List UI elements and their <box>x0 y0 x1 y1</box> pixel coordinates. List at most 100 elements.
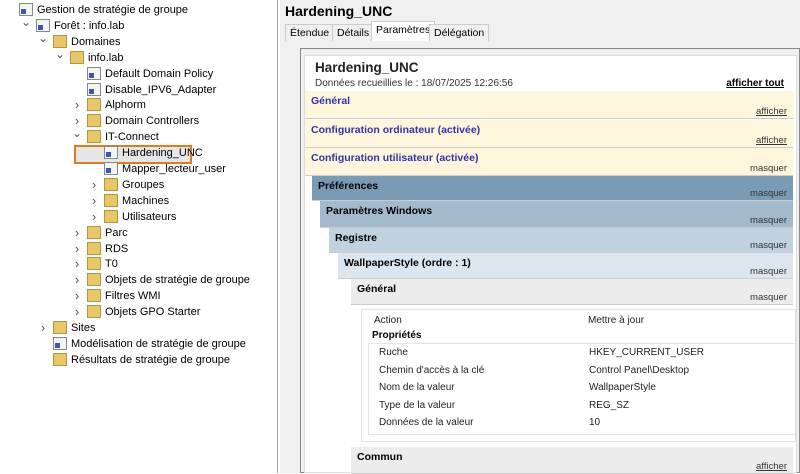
chevron-right-icon[interactable]: › <box>89 193 99 209</box>
folder-icon <box>87 257 101 271</box>
gpo-icon <box>87 82 101 96</box>
tree-item[interactable]: › Groupes <box>0 177 276 193</box>
show-all-link[interactable]: afficher tout <box>726 78 784 89</box>
tree-item[interactable]: Mapper_lecteur_user <box>0 161 276 177</box>
gpo-tree[interactable]: Gestion de stratégie de groupe ⌄ Forêt : i… <box>0 0 278 473</box>
tree-item[interactable]: ⌄ IT-Connect <box>0 126 276 145</box>
tree-item[interactable]: › Alphorm <box>0 97 276 113</box>
section-toggle-link[interactable]: masquer <box>750 215 787 226</box>
section-toggle-link[interactable]: afficher <box>756 461 787 472</box>
folder-icon <box>87 98 101 112</box>
tree-item[interactable]: Gestion de stratégie de groupe <box>0 2 276 18</box>
tree-item[interactable]: Modélisation de stratégie de groupe <box>0 336 276 352</box>
tree-item[interactable]: › Parc <box>0 225 276 241</box>
report-section: Général masquer <box>351 279 793 305</box>
report-section: Configuration ordinateur (activée) affich… <box>305 120 793 148</box>
section-title: Paramètres Windows <box>326 205 433 217</box>
tab-details[interactable]: Détails <box>332 24 375 41</box>
report-section: Paramètres Windows masquer <box>320 201 793 228</box>
tree-item[interactable]: › Machines <box>0 193 276 209</box>
folder-icon <box>104 209 118 223</box>
chevron-right-icon[interactable]: › <box>72 225 82 241</box>
section-toggle-link[interactable]: masquer <box>750 188 787 199</box>
chevron-down-icon[interactable]: ⌄ <box>55 46 65 62</box>
tree-item-label: info.lab <box>88 51 124 64</box>
collected-date: Données recueillies le : 18/07/2025 12:2… <box>315 78 513 89</box>
tree-item[interactable]: › Utilisateurs <box>0 209 276 225</box>
chevron-down-icon[interactable]: ⌄ <box>21 14 31 30</box>
tree-item-label: Machines <box>122 194 170 207</box>
tab-parametres[interactable]: Paramètres <box>371 21 436 41</box>
section-title: Préférences <box>318 180 379 192</box>
tree-item-label: Forêt : info.lab <box>54 19 125 32</box>
tree-item-label: Alphorm <box>105 99 146 112</box>
section-title: Général <box>357 283 397 295</box>
action-value: Mettre à jour <box>588 315 645 326</box>
details-pane: Hardening_UNC Étendue Détails Paramètres… <box>280 0 800 474</box>
section-toggle-link[interactable]: masquer <box>750 163 787 174</box>
report-section: Préférences masquer <box>312 176 793 201</box>
folder-icon <box>53 352 67 366</box>
report-section: Commun afficher <box>351 447 793 474</box>
chevron-right-icon[interactable]: › <box>72 241 82 257</box>
tree-item[interactable]: › RDS <box>0 241 276 257</box>
section-title: Configuration utilisateur (activée) <box>311 152 479 164</box>
chevron-right-icon[interactable]: › <box>72 97 82 113</box>
tree-item[interactable]: › Domain Controllers <box>0 113 276 129</box>
tree-item-label: Disable_IPV6_Adapter <box>105 83 217 96</box>
section-title: Commun <box>357 451 403 463</box>
chevron-right-icon[interactable]: › <box>89 177 99 193</box>
property-name: Chemin d'accès à la clé <box>379 364 485 376</box>
tree-item[interactable]: Résultats de stratégie de groupe <box>0 352 276 368</box>
chevron-right-icon[interactable]: › <box>72 256 82 272</box>
section-title: Général <box>311 95 351 107</box>
folder-icon <box>87 114 101 128</box>
tree-item[interactable]: › Objets GPO Starter <box>0 304 276 320</box>
tree-item[interactable]: Disable_IPV6_Adapter <box>0 82 276 98</box>
section-toggle-link[interactable]: afficher <box>756 106 787 117</box>
chevron-down-icon[interactable]: ⌄ <box>72 125 82 141</box>
tree-item-label: Domaines <box>71 35 121 48</box>
tree-item[interactable]: › Filtres WMI <box>0 288 276 304</box>
properties-heading: Propriétés <box>372 330 422 341</box>
report-section: WallpaperStyle (ordre : 1) masquer <box>338 253 793 279</box>
property-value: 10 <box>589 417 601 428</box>
tree-item-label: Hardening_UNC <box>122 147 203 160</box>
tree-item[interactable]: › Sites <box>0 320 276 336</box>
property-value: REG_SZ <box>589 399 630 411</box>
console-icon <box>53 336 67 350</box>
report-section: Registre masquer <box>329 228 793 253</box>
gpo-icon <box>104 146 118 160</box>
tree-item-label: Domain Controllers <box>105 115 200 128</box>
tree-item[interactable]: Hardening_UNC <box>0 145 276 161</box>
tree-item-label: RDS <box>105 242 129 255</box>
chevron-right-icon[interactable]: › <box>38 320 48 336</box>
tree-item[interactable]: › T0 <box>0 256 276 272</box>
tree-item[interactable]: ⌄ Domaines <box>0 31 276 50</box>
chevron-right-icon[interactable]: › <box>72 304 82 320</box>
tab-delegation[interactable]: Délégation <box>429 24 490 41</box>
property-value: Control Panel\Desktop <box>589 364 690 376</box>
folder-icon <box>87 241 101 255</box>
settings-report: Hardening_UNC Données recueillies le : 1… <box>304 55 797 474</box>
tree-item[interactable]: ⌄ info.lab <box>0 47 276 66</box>
property-name: Type de la valeur <box>379 399 456 411</box>
tree-item-label: Sites <box>71 322 96 334</box>
tree-item-label: IT-Connect <box>105 131 159 144</box>
tree-item-label: Utilisateurs <box>122 210 177 223</box>
report-section: Général afficher <box>305 91 793 119</box>
section-toggle-link[interactable]: masquer <box>750 266 787 277</box>
property-name: Nom de la valeur <box>379 382 455 393</box>
tree-item[interactable]: Default Domain Policy <box>0 66 276 82</box>
section-toggle-link[interactable]: afficher <box>756 135 787 146</box>
section-toggle-link[interactable]: masquer <box>750 292 787 303</box>
tree-item-label: Modélisation de stratégie de groupe <box>71 337 246 350</box>
tree-item[interactable]: › Objets de stratégie de groupe <box>0 272 276 288</box>
tab-etendue[interactable]: Étendue <box>285 24 335 41</box>
chevron-down-icon[interactable]: ⌄ <box>38 30 48 46</box>
section-toggle-link[interactable]: masquer <box>750 240 787 251</box>
tree-item-label: Parc <box>105 226 128 239</box>
chevron-right-icon[interactable]: › <box>72 272 82 288</box>
chevron-right-icon[interactable]: › <box>72 288 82 304</box>
chevron-right-icon[interactable]: › <box>89 209 99 225</box>
